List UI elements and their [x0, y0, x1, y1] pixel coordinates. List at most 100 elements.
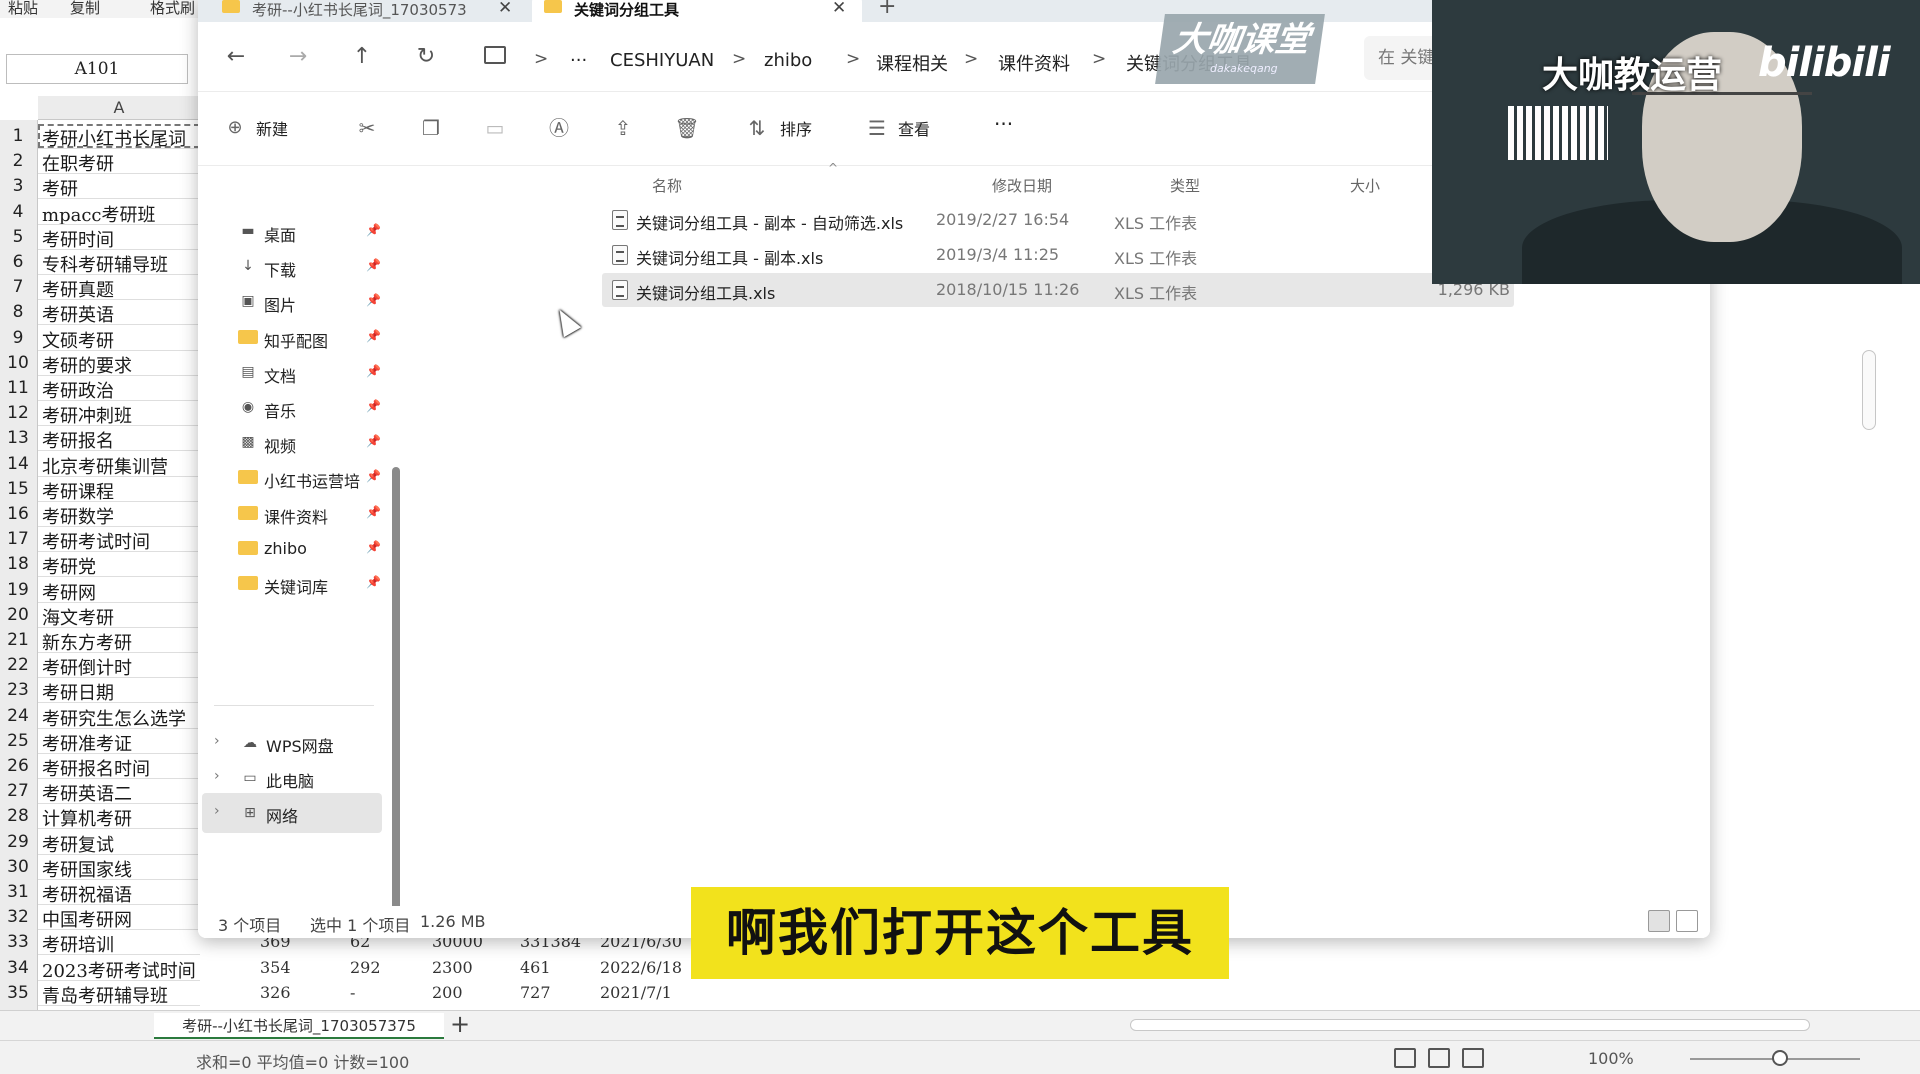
row-number[interactable]: 1 [0, 126, 36, 146]
breadcrumb-zhibo[interactable]: zhibo [764, 50, 812, 71]
row-number[interactable]: 24 [0, 706, 36, 726]
close-tab-icon[interactable]: ✕ [498, 0, 512, 18]
sidebar-item-1[interactable]: ↓ 下载 📌 [238, 250, 381, 284]
new-plus-icon[interactable]: ⊕ [220, 114, 250, 144]
sheet-row[interactable]: 35 青岛考研辅导班 326-200 727 2021/7/1 [0, 981, 720, 1007]
sidebar-item-9[interactable]: zhibo 📌 [238, 532, 381, 566]
row-number[interactable]: 4 [0, 202, 36, 222]
file-row[interactable]: 关键词分组工具.xls 2018/10/15 11:26 XLS 工作表 1,296 … [602, 273, 1514, 307]
cell-value[interactable]: 727 [520, 983, 551, 1002]
pin-icon[interactable]: 📌 [366, 575, 381, 589]
sidebar-item-6[interactable]: ▩ 视频 📌 [238, 426, 381, 460]
normal-view-icon[interactable] [1394, 1048, 1416, 1068]
paste-icon[interactable]: ▭ [480, 114, 510, 144]
cell-value[interactable]: 354 [260, 958, 291, 977]
tab-keyword-tool[interactable]: 关键词分组工具 ✕ [532, 0, 862, 22]
pin-icon[interactable]: 📌 [366, 223, 381, 237]
cut-icon[interactable]: ✂ [352, 114, 382, 144]
row-number[interactable]: 32 [0, 907, 36, 927]
column-name-header[interactable]: 名称 [652, 175, 682, 196]
cell-value[interactable]: 461 [520, 958, 551, 977]
forward-arrow-icon[interactable]: → [284, 44, 312, 72]
row-number[interactable]: 27 [0, 781, 36, 801]
cell-value[interactable]: 326 [260, 983, 291, 1002]
details-view-icon[interactable] [1648, 910, 1670, 932]
zoom-slider-knob[interactable] [1772, 1050, 1788, 1066]
row-number[interactable]: 8 [0, 302, 36, 322]
name-box[interactable]: A101 [6, 54, 188, 84]
pin-icon[interactable]: 📌 [366, 399, 381, 413]
row-number[interactable]: 9 [0, 328, 36, 348]
row-number[interactable]: 31 [0, 882, 36, 902]
row-number[interactable]: 28 [0, 806, 36, 826]
copy-icon[interactable]: ❐ [416, 114, 446, 144]
sidebar-item-7[interactable]: 小红书运营培 📌 [238, 461, 381, 495]
row-number[interactable]: 3 [0, 176, 36, 196]
row-number[interactable]: 10 [0, 353, 36, 373]
column-date-header[interactable]: 修改日期 [992, 175, 1052, 196]
pin-icon[interactable]: 📌 [366, 434, 381, 448]
sidebar-item-5[interactable]: ◉ 音乐 📌 [238, 391, 381, 425]
column-header-a[interactable]: A [38, 96, 200, 120]
sort-button[interactable]: 排序 [780, 116, 812, 142]
row-number[interactable]: 11 [0, 378, 36, 398]
sidebar-group-2[interactable]: › ⊞ 网络 [202, 793, 382, 834]
pin-icon[interactable]: 📌 [366, 329, 381, 343]
row-number[interactable]: 23 [0, 680, 36, 700]
pin-icon[interactable]: 📌 [366, 469, 381, 483]
page-layout-icon[interactable] [1428, 1048, 1450, 1068]
more-options-button[interactable]: ··· [994, 112, 1013, 138]
row-number[interactable]: 29 [0, 832, 36, 852]
column-type-header[interactable]: 类型 [1170, 175, 1200, 196]
row-number[interactable]: 33 [0, 932, 36, 952]
row-number[interactable]: 5 [0, 227, 36, 247]
pin-icon[interactable]: 📌 [366, 364, 381, 378]
add-sheet-button[interactable]: + [450, 1010, 470, 1038]
rename-icon[interactable]: Ⓐ [544, 114, 574, 144]
row-number[interactable]: 16 [0, 504, 36, 524]
cell-value[interactable]: 2022/6/18 [600, 958, 682, 977]
sidebar-item-2[interactable]: ▣ 图片 📌 [238, 285, 381, 319]
share-icon[interactable]: ⇪ [608, 114, 638, 144]
cell-value[interactable]: 2300 [432, 958, 473, 977]
sheet-horizontal-scrollbar[interactable] [1130, 1019, 1810, 1031]
row-number[interactable]: 2 [0, 151, 36, 171]
back-arrow-icon[interactable]: ← [222, 44, 250, 72]
row-number[interactable]: 34 [0, 958, 36, 978]
row-number[interactable]: 17 [0, 529, 36, 549]
row-number[interactable]: 15 [0, 479, 36, 499]
row-number[interactable]: 30 [0, 857, 36, 877]
sidebar-item-4[interactable]: ▤ 文档 📌 [238, 356, 381, 390]
breadcrumb-overflow[interactable]: ··· [570, 50, 587, 71]
up-arrow-icon[interactable]: ↑ [348, 44, 376, 72]
delete-icon[interactable]: 🗑 [672, 114, 702, 144]
page-break-icon[interactable] [1462, 1048, 1484, 1068]
row-number[interactable]: 35 [0, 983, 36, 1003]
row-number[interactable]: 25 [0, 731, 36, 751]
cell-value[interactable]: 200 [432, 983, 463, 1002]
format-painter-button[interactable]: 格式刷 [150, 0, 195, 18]
sheet-vertical-scrollbar[interactable] [1862, 290, 1876, 1010]
breadcrumb-course[interactable]: 课程相关 [876, 50, 948, 76]
sheet-tab[interactable]: 考研--小红书长尾词_1703057375 [154, 1013, 444, 1039]
zoom-level[interactable]: 100% [1588, 1049, 1634, 1068]
row-number[interactable]: 6 [0, 252, 36, 272]
view-button[interactable]: 查看 [898, 116, 930, 142]
column-size-header[interactable]: 大小 [1350, 175, 1380, 196]
monitor-icon[interactable] [484, 46, 506, 64]
tab-spreadsheet-folder[interactable]: 考研--小红书长尾词_17030573 ✕ [212, 0, 522, 22]
sidebar-item-8[interactable]: 课件资料 📌 [238, 497, 381, 531]
pin-icon[interactable]: 📌 [366, 540, 381, 554]
copy-button[interactable]: 复制 [70, 0, 100, 18]
cell-value[interactable]: 2021/7/1 [600, 983, 672, 1002]
row-number[interactable]: 12 [0, 403, 36, 423]
paste-button[interactable]: 粘贴 [8, 0, 38, 18]
nav-scrollbar[interactable] [392, 467, 400, 938]
sidebar-item-0[interactable]: ▬ 桌面 📌 [238, 215, 381, 249]
new-tab-button[interactable]: + [878, 0, 896, 19]
chevron-right-icon[interactable]: › [214, 733, 220, 749]
breadcrumb-materials[interactable]: 课件资料 [998, 50, 1070, 76]
sheet-row[interactable]: 34 2023考研考试时间 354 292 2300 461 2022/6/18 [0, 956, 720, 982]
sort-icon[interactable]: ⇅ [742, 114, 772, 144]
file-row[interactable]: 关键词分组工具 - 副本 - 自动筛选.xls 2019/2/27 16:54 XL… [602, 203, 1514, 237]
